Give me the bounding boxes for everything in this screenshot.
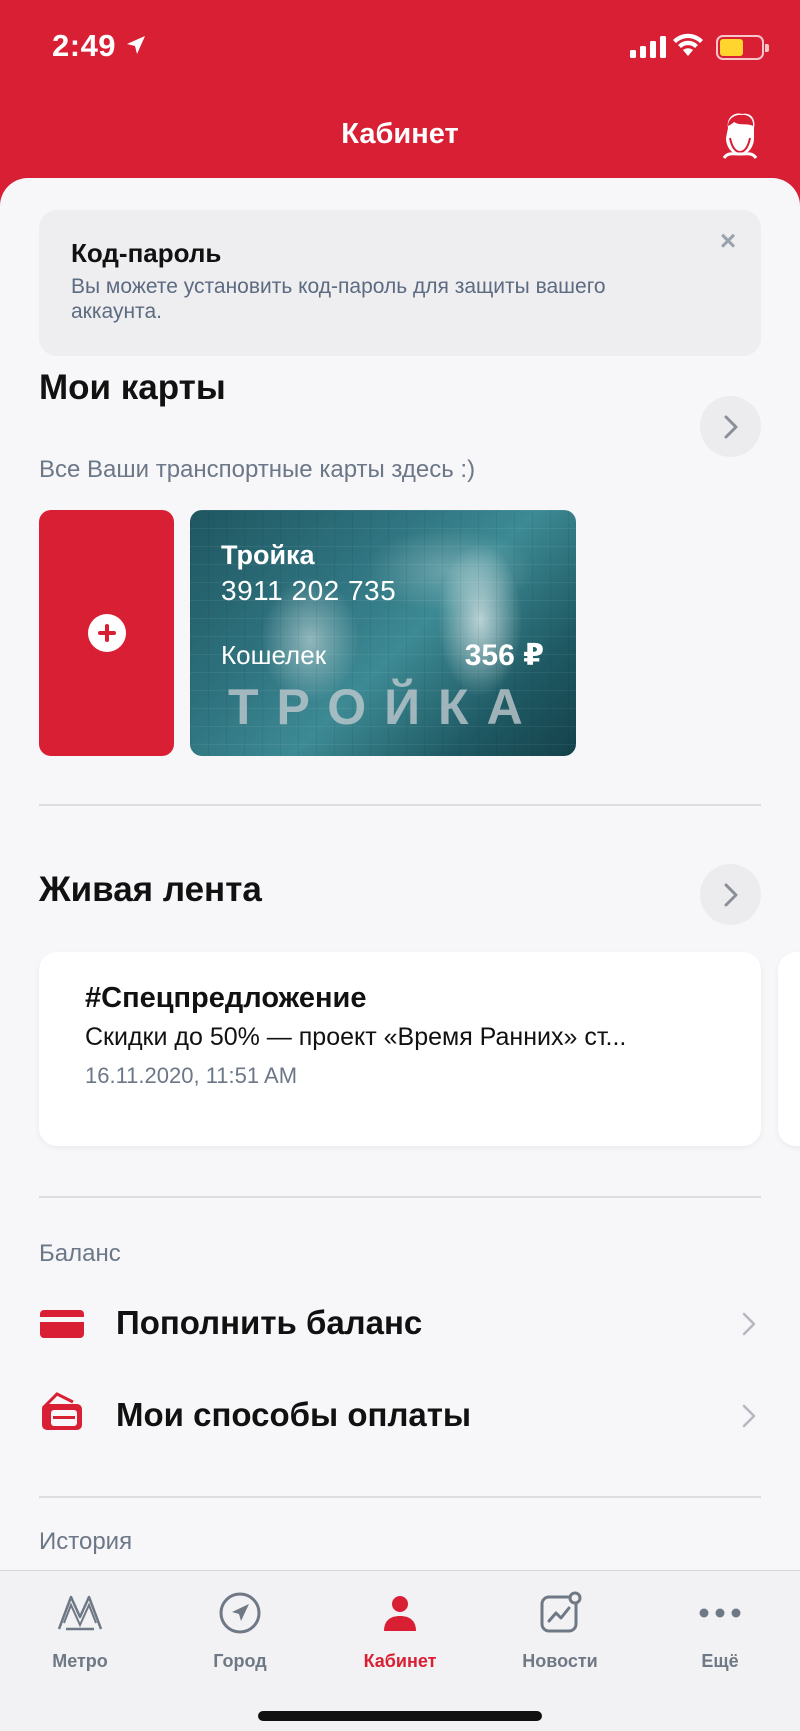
credit-card-icon <box>40 1310 84 1338</box>
tab-city[interactable]: Город <box>160 1571 320 1691</box>
card-brand-logo: ТРОЙКА <box>228 679 541 735</box>
live-feed-more-button[interactable] <box>700 864 761 925</box>
close-icon[interactable]: × <box>713 225 743 256</box>
troika-card[interactable]: Тройка 3911 202 735 Кошелек 356 ₽ ТРОЙКА <box>190 510 576 756</box>
add-card-button[interactable] <box>39 510 174 756</box>
chevron-right-icon <box>724 415 737 438</box>
banner-title: Код-пароль <box>71 238 222 268</box>
balance-section-label: Баланс <box>39 1240 121 1267</box>
feed-card-next[interactable] <box>778 952 800 1146</box>
battery-icon <box>716 35 769 60</box>
passcode-banner[interactable]: Код-пароль Вы можете установить код-паро… <box>39 210 761 356</box>
tab-label: Кабинет <box>363 1651 437 1671</box>
divider <box>39 1496 761 1498</box>
tab-label: Город <box>213 1651 267 1671</box>
navigation-icon <box>216 1589 264 1637</box>
profile-avatar-icon[interactable] <box>714 108 766 160</box>
person-icon <box>376 1589 424 1637</box>
feed-text: Скидки до 50% — проект «Время Ранних» ст… <box>85 1023 627 1051</box>
history-section-label: История <box>39 1528 133 1555</box>
main-content: Код-пароль Вы можете установить код-паро… <box>0 178 800 1570</box>
tab-label: Метро <box>52 1651 108 1671</box>
card-balance: 356 ₽ <box>464 639 544 672</box>
feed-tag: #Спецпредложение <box>85 982 367 1014</box>
wifi-icon <box>673 33 703 56</box>
news-chart-icon <box>536 1589 584 1637</box>
list-label: Мои способы оплаты <box>116 1396 472 1433</box>
my-cards-title: Мои карты <box>39 368 226 407</box>
page-title: Кабинет <box>341 118 459 150</box>
tab-news[interactable]: Новости <box>480 1571 640 1691</box>
feed-card[interactable]: #Спецпредложение Скидки до 50% — проект … <box>39 952 761 1146</box>
top-up-balance-row[interactable]: Пополнить баланс <box>0 1284 800 1364</box>
tab-label: Новости <box>522 1651 598 1671</box>
chevron-right-icon <box>742 1312 756 1336</box>
more-dots-icon <box>696 1589 744 1637</box>
wallet-cards-icon <box>41 1392 82 1430</box>
status-bar: 2:49 <box>0 0 800 100</box>
card-wallet-label: Кошелек <box>221 640 327 670</box>
live-feed-title: Живая лента <box>39 870 262 909</box>
tab-cabinet[interactable]: Кабинет <box>320 1571 480 1691</box>
location-arrow-icon <box>127 36 145 54</box>
list-label: Пополнить баланс <box>116 1304 423 1341</box>
chevron-right-icon <box>724 883 737 906</box>
tab-bar: Метро Город Кабинет Новости Ещё <box>0 1570 800 1731</box>
payment-methods-row[interactable]: Мои способы оплаты <box>0 1376 800 1456</box>
my-cards-more-button[interactable] <box>700 396 761 457</box>
banner-text: Вы можете установить код-пароль для защи… <box>71 275 606 323</box>
feed-date: 16.11.2020, 11:51 AM <box>85 1063 298 1088</box>
tab-more[interactable]: Ещё <box>640 1571 800 1691</box>
card-name: Тройка <box>221 540 315 570</box>
chevron-right-icon <box>742 1404 756 1428</box>
card-number: 3911 202 735 <box>221 575 397 606</box>
tab-label: Ещё <box>701 1651 739 1671</box>
status-time: 2:49 <box>52 28 117 63</box>
metro-icon <box>56 1589 104 1637</box>
plus-icon <box>87 614 126 652</box>
divider <box>39 1196 761 1198</box>
divider <box>39 804 761 806</box>
home-indicator <box>258 1711 542 1721</box>
tab-metro[interactable]: Метро <box>0 1571 160 1691</box>
my-cards-subtitle: Все Ваши транспортные карты здесь :) <box>39 456 476 483</box>
cellular-signal-icon <box>630 36 666 58</box>
